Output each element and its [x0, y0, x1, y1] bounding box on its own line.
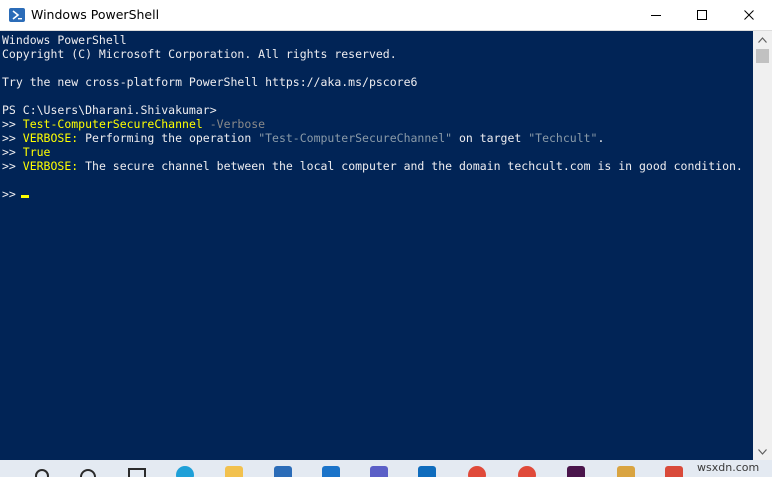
chevron-down-icon [758, 448, 767, 455]
task-view-icon[interactable] [128, 468, 146, 477]
maximize-icon [697, 10, 707, 20]
taskbar: wsxdn.com [0, 460, 772, 477]
console-text-segment: Windows PowerShell [2, 33, 127, 47]
chrome-icon[interactable] [468, 466, 486, 477]
teams-icon[interactable] [370, 466, 388, 477]
title-bar[interactable]: Windows PowerShell [0, 0, 772, 31]
close-button[interactable] [726, 0, 772, 30]
paint-icon[interactable] [617, 466, 635, 477]
console-line: >> VERBOSE: Performing the operation "Te… [2, 131, 604, 145]
console-line: Copyright (C) Microsoft Corporation. All… [2, 47, 397, 61]
console-text-segment: on target [452, 131, 529, 145]
chevron-up-icon [758, 36, 767, 43]
store-icon[interactable] [274, 466, 292, 477]
console-text-segment: "Techcult" [528, 131, 598, 145]
console-line: >> VERBOSE: The secure channel between t… [2, 159, 743, 173]
console-line: Try the new cross-platform PowerShell ht… [2, 75, 417, 89]
console-text-segment: PS C:\Users\Dharani.Shivakumar> [2, 103, 217, 117]
mail-icon[interactable] [322, 466, 340, 477]
console-text-segment: The secure channel between the local com… [78, 159, 743, 173]
window-title: Windows PowerShell [31, 7, 160, 22]
console-text-segment: >> [2, 131, 23, 145]
console-text-segment: >> [2, 145, 23, 159]
minimize-button[interactable] [633, 0, 679, 30]
file-explorer-icon[interactable] [225, 466, 243, 477]
scroll-down-button[interactable] [753, 443, 772, 460]
watermark: wsxdn.com [697, 461, 760, 474]
scroll-thumb[interactable] [756, 49, 769, 63]
console-output[interactable]: Windows PowerShell Copyright (C) Microsof… [0, 31, 753, 460]
close-icon [744, 10, 754, 20]
console-text-segment: -Verbose [202, 117, 266, 131]
slack-icon[interactable] [567, 466, 585, 477]
app-icon[interactable] [665, 466, 683, 477]
console-text-segment: >> [2, 159, 23, 173]
powershell-window: Windows PowerShell Windows PowerShell Cop… [0, 0, 772, 460]
cortana-icon[interactable] [80, 469, 96, 477]
maximize-button[interactable] [679, 0, 725, 30]
console-line: >> [2, 187, 23, 201]
console-text-segment: VERBOSE: [22, 159, 79, 173]
console-text-segment: VERBOSE: [22, 131, 79, 145]
scroll-up-button[interactable] [753, 31, 772, 48]
outlook-icon[interactable] [418, 466, 436, 477]
console-line: PS C:\Users\Dharani.Shivakumar> [2, 103, 217, 117]
console-text-segment: True [22, 145, 51, 159]
console-text-segment: Test-ComputerSecureChannel [22, 117, 203, 131]
console-text-segment: Copyright (C) Microsoft Corporation. All… [2, 47, 397, 61]
console-line: >> True [2, 145, 50, 159]
console-text-segment: Try the new cross-platform PowerShell ht… [2, 75, 418, 89]
console-text-segment: "Test-ComputerSecureChannel" [258, 131, 453, 145]
powershell-app-icon[interactable] [9, 8, 25, 22]
minimize-icon [651, 15, 661, 16]
console-text-segment: >> [2, 187, 23, 201]
console-text-segment: Performing the operation [78, 131, 259, 145]
search-icon[interactable] [35, 469, 49, 477]
text-cursor [21, 195, 29, 198]
vertical-scrollbar[interactable] [753, 31, 772, 460]
console-text-segment: . [597, 131, 605, 145]
console-line: >> Test-ComputerSecureChannel -Verbose [2, 117, 265, 131]
console-text-segment: >> [2, 117, 23, 131]
edge-icon[interactable] [176, 466, 194, 477]
chrome-alt-icon[interactable] [518, 466, 536, 477]
console-line: Windows PowerShell [2, 33, 127, 47]
